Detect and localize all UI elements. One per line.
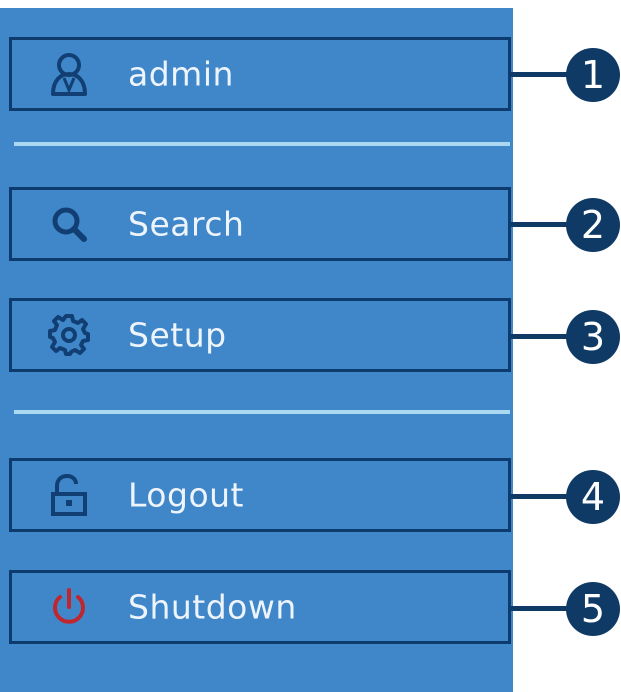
callout-badge-2: 2 <box>566 198 620 252</box>
gear-icon <box>46 312 92 358</box>
divider <box>14 410 510 414</box>
menu-item-setup[interactable]: Setup <box>9 298 511 372</box>
user-icon <box>46 51 92 97</box>
menu-item-label: Setup <box>128 315 227 355</box>
divider <box>14 142 510 146</box>
callout-connector <box>511 494 571 499</box>
menu-item-label: admin <box>128 54 234 94</box>
power-icon <box>46 584 92 630</box>
menu-item-user[interactable]: admin <box>9 37 511 111</box>
callout-badge-4: 4 <box>566 470 620 524</box>
callout-badge-1: 1 <box>566 48 620 102</box>
menu-item-search[interactable]: Search <box>9 187 511 261</box>
menu-item-label: Search <box>128 204 245 244</box>
unlock-icon <box>46 472 92 518</box>
menu-item-label: Shutdown <box>128 587 297 627</box>
callout-connector <box>511 606 571 611</box>
callout-badge-3: 3 <box>566 310 620 364</box>
callout-connector <box>511 72 571 77</box>
menu-item-label: Logout <box>128 475 244 515</box>
menu-item-logout[interactable]: Logout <box>9 458 511 532</box>
menu-item-shutdown[interactable]: Shutdown <box>9 570 511 644</box>
search-icon <box>46 201 92 247</box>
callout-badge-5: 5 <box>566 582 620 636</box>
callout-connector <box>511 222 571 227</box>
callout-connector <box>511 334 571 339</box>
